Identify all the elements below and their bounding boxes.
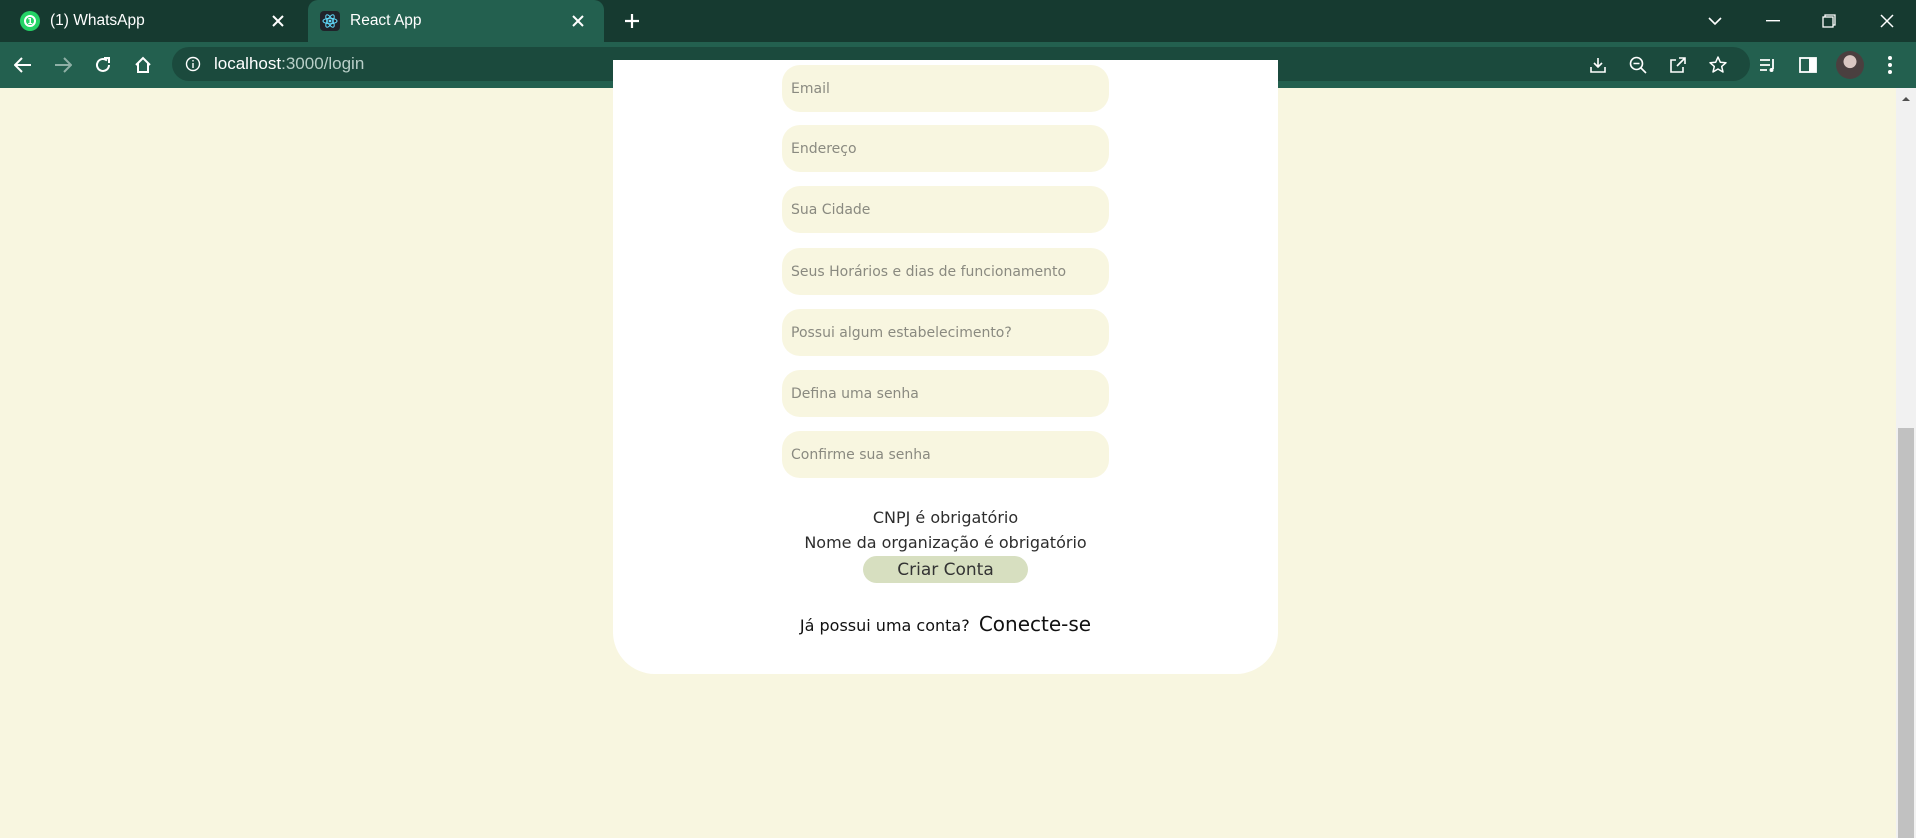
minimize-button[interactable] xyxy=(1760,8,1786,34)
tab-whatsapp[interactable]: 1 (1) WhatsApp xyxy=(8,0,304,42)
back-button[interactable] xyxy=(9,51,37,79)
close-tab-icon[interactable] xyxy=(568,11,588,31)
org-name-error: Nome da organização é obrigatório xyxy=(804,533,1087,552)
password-field[interactable]: Defina uma senha xyxy=(782,370,1109,417)
info-icon[interactable] xyxy=(184,55,202,73)
cnpj-error: CNPJ é obrigatório xyxy=(872,508,1019,527)
new-tab-button[interactable] xyxy=(620,9,644,33)
tab-title: React App xyxy=(350,12,422,29)
side-panel-icon[interactable] xyxy=(1794,51,1822,79)
login-prompt: Já possui uma conta? xyxy=(799,616,970,635)
tab-search-icon[interactable] xyxy=(1702,8,1728,34)
restore-button[interactable] xyxy=(1816,8,1842,34)
menu-kebab-icon[interactable] xyxy=(1876,51,1904,79)
login-link[interactable]: Conecte-se xyxy=(979,612,1091,636)
tab-react-app[interactable]: React App xyxy=(308,0,604,42)
establishment-field[interactable]: Possui algum estabelecimento? xyxy=(782,309,1109,356)
url-host: localhost xyxy=(214,54,282,73)
email-field[interactable]: Email xyxy=(782,65,1109,112)
reading-list-icon[interactable] xyxy=(1754,51,1782,79)
close-window-button[interactable] xyxy=(1874,8,1900,34)
url-text: localhost:3000/login xyxy=(214,47,364,81)
react-icon xyxy=(320,11,340,31)
url-path: :3000/login xyxy=(281,54,365,73)
login-prompt-line: Já possui uma conta? Conecte-se xyxy=(613,612,1278,636)
profile-avatar[interactable] xyxy=(1836,51,1864,79)
city-field[interactable]: Sua Cidade xyxy=(782,186,1109,233)
whatsapp-icon: 1 xyxy=(20,11,40,31)
home-button[interactable] xyxy=(129,51,157,79)
tab-title: (1) WhatsApp xyxy=(50,12,145,29)
bookmark-star-icon[interactable] xyxy=(1704,51,1732,79)
notification-badge: 1 xyxy=(24,15,36,27)
scrollbar-thumb[interactable] xyxy=(1898,428,1914,838)
reload-button[interactable] xyxy=(89,51,117,79)
install-app-icon[interactable] xyxy=(1584,51,1612,79)
share-icon[interactable] xyxy=(1664,51,1692,79)
zoom-out-icon[interactable] xyxy=(1624,51,1652,79)
address-field[interactable]: Endereço xyxy=(782,125,1109,172)
scroll-up-arrow-icon[interactable] xyxy=(1896,92,1916,106)
confirm-password-field[interactable]: Confirme sua senha xyxy=(782,431,1109,478)
tab-strip: 1 (1) WhatsApp React App xyxy=(0,0,1916,42)
close-tab-icon[interactable] xyxy=(268,11,288,31)
forward-button[interactable] xyxy=(49,51,77,79)
hours-field[interactable]: Seus Horários e dias de funcionamento xyxy=(782,248,1109,295)
create-account-button[interactable]: Criar Conta xyxy=(863,556,1028,583)
